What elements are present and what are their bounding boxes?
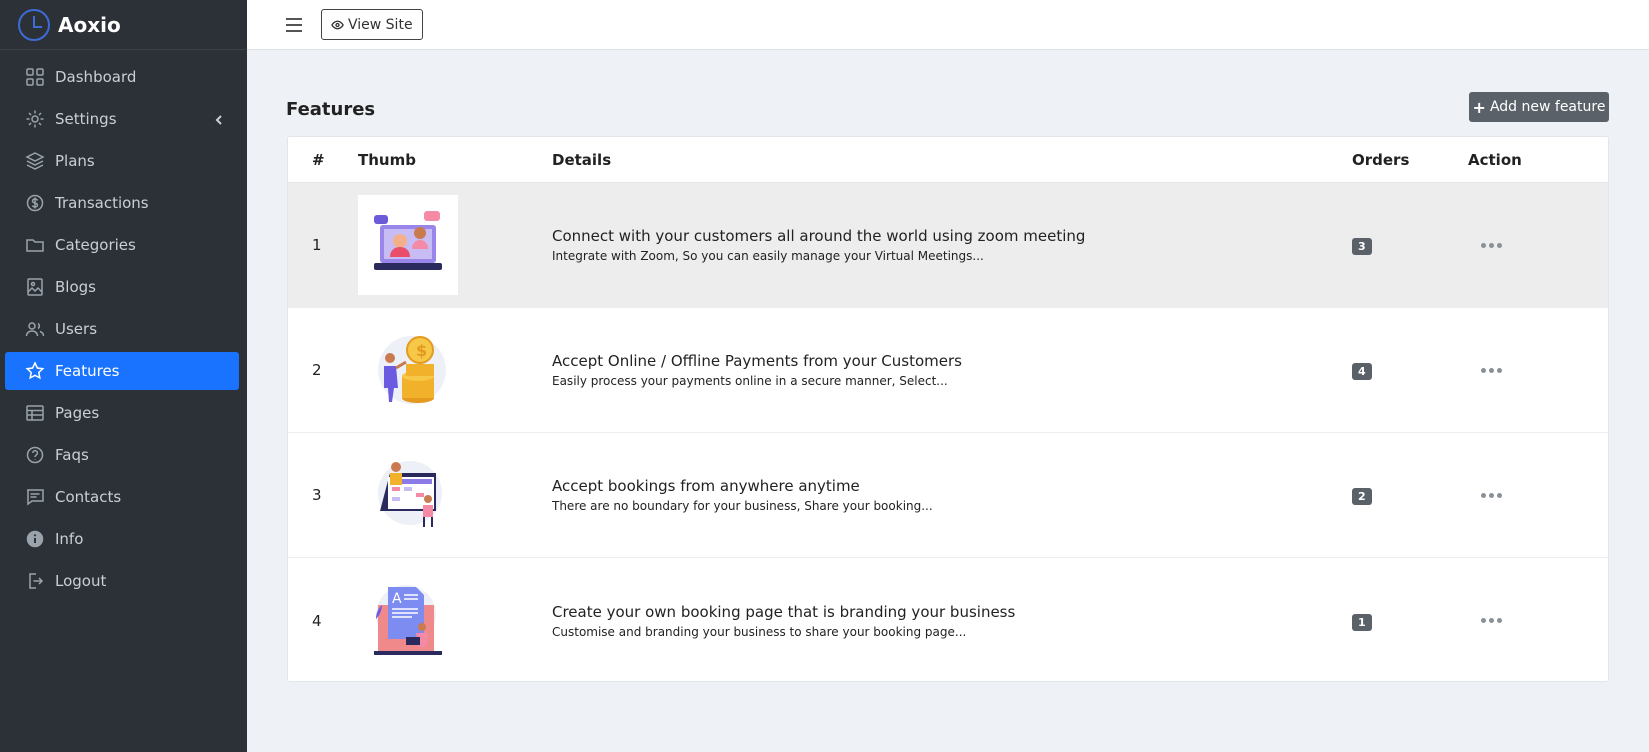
- sidebar-item-label: Blogs: [55, 278, 96, 296]
- orders-badge: 4: [1352, 363, 1372, 380]
- header-thumb: Thumb: [358, 150, 416, 169]
- more-actions-icon[interactable]: [1477, 239, 1608, 252]
- row-num: 4: [312, 611, 322, 630]
- sidebar-item-categories[interactable]: Categories: [5, 226, 239, 264]
- feature-title: Accept Online / Offline Payments from yo…: [552, 352, 962, 370]
- sidebar-item-info[interactable]: Info: [5, 520, 239, 558]
- table-row: 3 Accept bookings from anywhere anytime …: [288, 433, 1608, 558]
- view-site-label: View Site: [348, 16, 413, 33]
- topbar: View Site: [247, 0, 1649, 50]
- sidebar-item-label: Faqs: [55, 446, 89, 464]
- sidebar-item-plans[interactable]: Plans: [5, 142, 239, 180]
- row-num: 3: [312, 486, 322, 504]
- header-num: #: [312, 150, 325, 169]
- more-actions-icon[interactable]: [1477, 614, 1608, 627]
- page-title: Features: [286, 99, 376, 120]
- header-orders: Orders: [1352, 150, 1410, 169]
- table-row: 1 Connect with your customers all around…: [288, 183, 1608, 308]
- header-details: Details: [552, 150, 612, 169]
- table-row: 4 A Create your own booking page that is…: [288, 558, 1608, 681]
- sidebar-item-blogs[interactable]: Blogs: [5, 268, 239, 306]
- question-icon: [25, 445, 45, 465]
- add-new-feature-button[interactable]: + Add new feature: [1469, 92, 1609, 122]
- feature-title: Create your own booking page that is bra…: [552, 602, 1016, 621]
- sidebar-item-contacts[interactable]: Contacts: [5, 478, 239, 516]
- brand[interactable]: Aoxio: [0, 0, 247, 50]
- sidebar-item-dashboard[interactable]: Dashboard: [5, 58, 239, 96]
- sidebar-item-label: Features: [55, 362, 120, 380]
- sidebar-item-logout[interactable]: Logout: [5, 562, 239, 600]
- sidebar-item-label: Pages: [55, 404, 100, 422]
- hamburger-menu-icon[interactable]: [286, 17, 302, 32]
- sidebar-item-label: Transactions: [55, 194, 149, 212]
- feature-description: Customise and branding your business to …: [552, 624, 967, 639]
- sidebar-item-features[interactable]: Features: [5, 352, 239, 390]
- sidebar-item-label: Dashboard: [55, 68, 137, 86]
- payments-thumbnail: $: [358, 320, 458, 420]
- table-icon: [25, 403, 45, 423]
- sidebar-item-users[interactable]: Users: [5, 310, 239, 348]
- sidebar-item-settings[interactable]: Settings: [5, 100, 239, 138]
- sidebar: Aoxio Dashboard Settings Plans Transacti…: [0, 0, 247, 752]
- folder-icon: [25, 235, 45, 255]
- bookings-thumbnail: [358, 445, 458, 545]
- users-icon: [25, 319, 45, 339]
- star-icon: [25, 361, 45, 381]
- info-icon: [25, 529, 45, 549]
- layers-icon: [25, 151, 45, 171]
- orders-badge: 1: [1352, 613, 1372, 631]
- brand-name: Aoxio: [58, 12, 121, 37]
- plus-icon: +: [1472, 97, 1486, 117]
- row-num: 2: [312, 361, 322, 379]
- clock-logo-icon: [18, 8, 50, 41]
- grid-icon: [25, 67, 45, 87]
- sidebar-item-label: Contacts: [55, 488, 122, 506]
- svg-text:A: A: [392, 591, 402, 607]
- table-row: 2 $ Accept Online / Offline Payments fro…: [288, 308, 1608, 433]
- sidebar-menu: Dashboard Settings Plans Transactions Ca…: [0, 50, 247, 600]
- orders-badge: 3: [1352, 238, 1372, 255]
- chevron-left-icon: [213, 112, 225, 130]
- eye-icon: [331, 20, 344, 29]
- logout-icon: [25, 571, 45, 591]
- sidebar-item-pages[interactable]: Pages: [5, 394, 239, 432]
- sidebar-item-faqs[interactable]: Faqs: [5, 436, 239, 474]
- sidebar-item-label: Info: [55, 530, 84, 548]
- sidebar-item-label: Plans: [55, 152, 95, 170]
- header-action: Action: [1468, 150, 1522, 169]
- booking-page-thumbnail: A: [358, 570, 458, 671]
- sidebar-item-label: Categories: [55, 236, 136, 254]
- sidebar-item-transactions[interactable]: Transactions: [5, 184, 239, 222]
- svg-text:$: $: [416, 341, 427, 360]
- sidebar-item-label: Logout: [55, 572, 107, 590]
- image-icon: [25, 277, 45, 297]
- more-actions-icon[interactable]: [1477, 489, 1608, 502]
- add-new-feature-label: Add new feature: [1489, 99, 1606, 115]
- orders-badge: 2: [1352, 488, 1372, 505]
- zoom-meeting-thumbnail: [358, 195, 458, 295]
- view-site-button[interactable]: View Site: [321, 9, 423, 40]
- table-header: # Thumb Details Orders Action: [288, 137, 1608, 183]
- more-actions-icon[interactable]: [1477, 364, 1608, 377]
- feature-title: Accept bookings from anywhere anytime: [552, 477, 860, 495]
- feature-description: Integrate with Zoom, So you can easily m…: [552, 249, 984, 263]
- feature-description: There are no boundary for your business,…: [552, 499, 933, 513]
- message-icon: [25, 487, 45, 507]
- feature-description: Easily process your payments online in a…: [552, 374, 948, 388]
- row-num: 1: [312, 236, 322, 254]
- sidebar-item-label: Settings: [55, 110, 117, 128]
- feature-title: Connect with your customers all around t…: [552, 227, 1086, 245]
- dollar-circle-icon: [25, 193, 45, 213]
- sidebar-item-label: Users: [55, 320, 98, 338]
- features-table: # Thumb Details Orders Action 1 Connect …: [287, 136, 1609, 682]
- gear-icon: [25, 109, 45, 129]
